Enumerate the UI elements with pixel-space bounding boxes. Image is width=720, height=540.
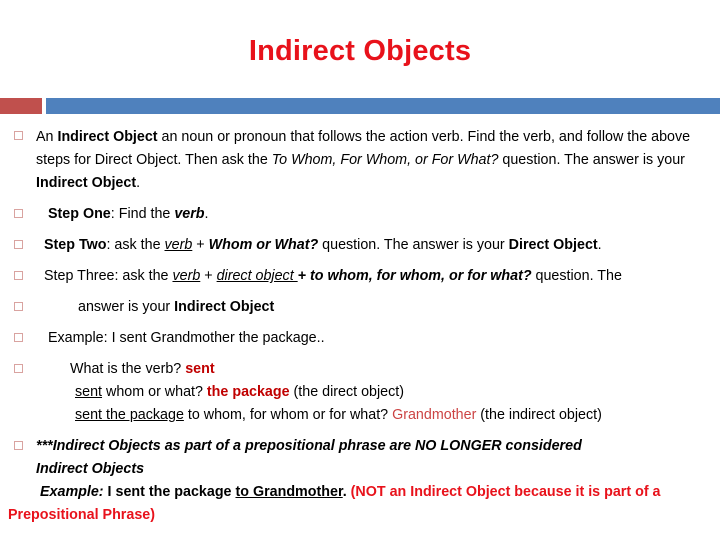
seg: + to whom, for whom, or for what? bbox=[297, 268, 532, 284]
bullet-text-step-three-cont: answer is your Indirect Object bbox=[78, 296, 708, 319]
seg: question. The bbox=[531, 268, 622, 284]
seg: whom or what? bbox=[102, 384, 207, 400]
bullet-text-verb-question: What is the verb? sent bbox=[70, 358, 708, 381]
bullet-text-step-one: Step One: Find the verb. bbox=[48, 203, 708, 226]
list-item: ***Indirect Objects as part of a preposi… bbox=[0, 435, 720, 481]
list-item: Step One: Find the verb. bbox=[0, 203, 720, 226]
list-item: Example: I sent the package to Grandmoth… bbox=[0, 481, 720, 527]
seg-highlight-direct-object: the package bbox=[206, 384, 290, 400]
seg: . bbox=[342, 484, 351, 500]
list-item: sent whom or what? the package (the dire… bbox=[0, 381, 720, 404]
seg: Whom or What? bbox=[208, 237, 319, 253]
seg-highlight-verb: sent bbox=[185, 361, 215, 377]
seg-highlight-indirect-object: Grandmother bbox=[392, 407, 477, 423]
bullet-text-definition: An Indirect Object an noun or pronoun th… bbox=[36, 126, 702, 195]
seg: . bbox=[597, 237, 602, 253]
seg: + bbox=[192, 237, 209, 253]
bullet-text-step-three: Step Three: ask the verb + direct object… bbox=[44, 265, 702, 288]
seg: question. The answer is your bbox=[498, 152, 685, 168]
seg: Step One bbox=[48, 206, 111, 222]
seg: Indirect Object bbox=[174, 299, 275, 315]
seg: verb bbox=[164, 237, 193, 253]
bullet-square-icon bbox=[14, 209, 23, 218]
list-item: An Indirect Object an noun or pronoun th… bbox=[0, 126, 720, 195]
bullet-square-icon bbox=[14, 364, 23, 373]
seg: Step Two bbox=[44, 237, 107, 253]
seg: answer is your bbox=[78, 299, 175, 315]
list-item: answer is your Indirect Object bbox=[0, 296, 720, 319]
seg: I sent the package bbox=[103, 484, 236, 500]
text-prepositional-example: Example: I sent the package to Grandmoth… bbox=[8, 481, 712, 527]
accent-block-red bbox=[0, 98, 42, 114]
seg: . bbox=[204, 206, 209, 222]
seg: + bbox=[200, 268, 217, 284]
list-item: sent the package to whom, for whom or fo… bbox=[0, 404, 720, 427]
seg: question. The answer is your bbox=[318, 237, 509, 253]
seg: verb bbox=[174, 206, 205, 222]
seg: ***Indirect Objects as part of a preposi… bbox=[36, 438, 582, 477]
slide-body: An Indirect Object an noun or pronoun th… bbox=[0, 126, 720, 527]
seg: An bbox=[36, 129, 58, 145]
seg: Example: bbox=[40, 484, 104, 500]
seg: Step Three: ask the bbox=[44, 268, 173, 284]
bullet-text-prepositional-note: ***Indirect Objects as part of a preposi… bbox=[36, 435, 610, 481]
accent-bar-blue bbox=[46, 98, 720, 114]
list-item: Step Two: ask the verb + Whom or What? q… bbox=[0, 234, 720, 257]
seg: Direct Object bbox=[508, 237, 598, 253]
seg: Indirect Object bbox=[36, 175, 137, 191]
seg: Indirect Object bbox=[57, 129, 158, 145]
seg: sent bbox=[75, 384, 103, 400]
page-title: Indirect Objects bbox=[248, 35, 472, 67]
seg: sent the package bbox=[75, 407, 184, 423]
bullet-square-icon bbox=[14, 333, 23, 342]
bullet-text-example: Example: I sent Grandmother the package.… bbox=[48, 327, 708, 350]
seg: to Grandmother bbox=[235, 484, 343, 500]
seg: (the indirect object) bbox=[476, 407, 602, 423]
seg: verb bbox=[172, 268, 201, 284]
bullet-text-step-two: Step Two: ask the verb + Whom or What? q… bbox=[44, 234, 702, 257]
list-item: Step Three: ask the verb + direct object… bbox=[0, 265, 720, 288]
seg: : ask the bbox=[106, 237, 165, 253]
seg: . bbox=[136, 175, 141, 191]
bullet-square-icon bbox=[14, 240, 23, 249]
list-item: Example: I sent Grandmother the package.… bbox=[0, 327, 720, 350]
text-indirect-object-line: sent the package to whom, for whom or fo… bbox=[75, 404, 708, 427]
bullet-square-icon bbox=[14, 131, 23, 140]
divider-bar-row bbox=[0, 98, 720, 114]
seg: What is the verb? bbox=[70, 361, 186, 377]
seg: : Find the bbox=[110, 206, 175, 222]
text-direct-object-line: sent whom or what? the package (the dire… bbox=[75, 381, 708, 404]
bullet-square-icon bbox=[14, 441, 23, 450]
seg: to whom, for whom or for what? bbox=[183, 407, 393, 423]
seg: To Whom, For Whom, or For What? bbox=[271, 152, 499, 168]
seg: Example: I sent Grandmother the package.… bbox=[48, 330, 325, 346]
list-item: What is the verb? sent bbox=[0, 358, 720, 381]
bullet-square-icon bbox=[14, 271, 23, 280]
bullet-square-icon bbox=[14, 302, 23, 311]
seg: direct object bbox=[216, 268, 298, 284]
seg: (the direct object) bbox=[289, 384, 404, 400]
